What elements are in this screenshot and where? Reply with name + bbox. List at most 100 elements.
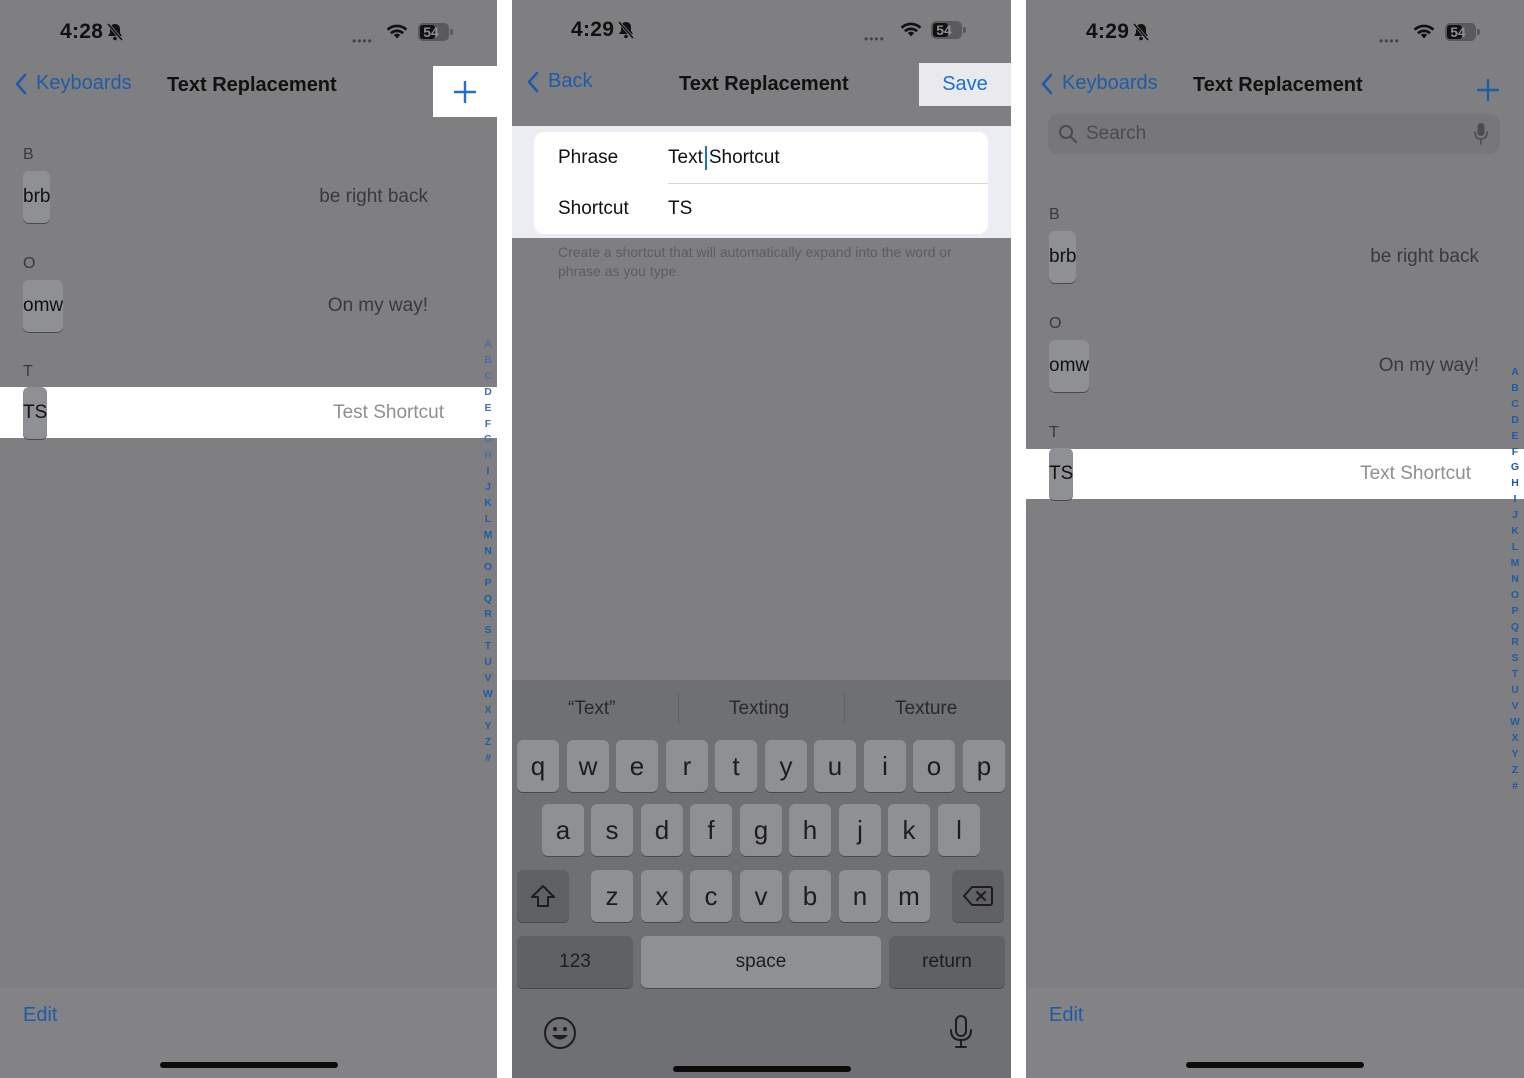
- key-u[interactable]: u: [814, 740, 856, 792]
- key-i[interactable]: i: [864, 740, 906, 792]
- index-letter[interactable]: Y: [1511, 747, 1518, 763]
- key-y[interactable]: y: [765, 740, 807, 792]
- index-letter[interactable]: V: [1511, 699, 1518, 715]
- index-letter[interactable]: R: [484, 607, 492, 623]
- key-w[interactable]: w: [567, 740, 609, 792]
- key-a[interactable]: a: [542, 804, 584, 856]
- home-indicator[interactable]: [159, 1062, 338, 1068]
- index-letter[interactable]: S: [1511, 651, 1518, 667]
- index-letter[interactable]: T: [1512, 667, 1518, 683]
- index-letter[interactable]: F: [485, 417, 491, 433]
- index-letter[interactable]: Z: [1512, 763, 1518, 779]
- microphone-icon[interactable]: [948, 1014, 974, 1050]
- return-key[interactable]: return: [889, 936, 1005, 988]
- index-letter[interactable]: W: [483, 687, 493, 703]
- index-letter[interactable]: Q: [1511, 620, 1519, 636]
- back-keyboards-button[interactable]: Keyboards: [14, 72, 132, 95]
- suggestion-3[interactable]: Texture: [895, 698, 957, 720]
- index-letter[interactable]: Y: [484, 719, 491, 735]
- index-letter[interactable]: G: [1511, 460, 1519, 476]
- key-h[interactable]: h: [789, 804, 831, 856]
- index-letter[interactable]: K: [484, 496, 492, 512]
- index-letter[interactable]: N: [484, 544, 492, 560]
- index-letter[interactable]: A: [484, 337, 492, 353]
- shortcut-field[interactable]: TS: [668, 198, 692, 220]
- index-letter[interactable]: K: [1511, 524, 1519, 540]
- key-v[interactable]: v: [740, 870, 782, 922]
- index-letter[interactable]: J: [485, 480, 491, 496]
- index-letter[interactable]: M: [484, 528, 493, 544]
- home-indicator[interactable]: [1186, 1062, 1364, 1068]
- emoji-icon[interactable]: [543, 1016, 577, 1050]
- index-letter[interactable]: S: [484, 623, 491, 639]
- key-o[interactable]: o: [913, 740, 955, 792]
- index-letter[interactable]: U: [484, 655, 492, 671]
- key-n[interactable]: n: [839, 870, 881, 922]
- key-j[interactable]: j: [839, 804, 881, 856]
- index-letter[interactable]: D: [1511, 413, 1519, 429]
- index-letter[interactable]: D: [484, 385, 492, 401]
- edit-button[interactable]: Edit: [1049, 1004, 1083, 1027]
- index-letter[interactable]: E: [1511, 429, 1518, 445]
- list-item-highlighted[interactable]: TS Text Shortcut: [1026, 448, 1524, 500]
- index-letter[interactable]: W: [1510, 715, 1520, 731]
- index-letter[interactable]: B: [1511, 381, 1519, 397]
- index-letter[interactable]: U: [1511, 683, 1519, 699]
- add-button[interactable]: [1472, 74, 1504, 106]
- index-letter[interactable]: J: [1512, 508, 1518, 524]
- microphone-icon[interactable]: [1474, 122, 1488, 146]
- key-c[interactable]: c: [690, 870, 732, 922]
- shortcut-row[interactable]: Shortcut TS: [534, 183, 988, 234]
- edit-button[interactable]: Edit: [23, 1004, 57, 1027]
- index-letter[interactable]: F: [1512, 445, 1518, 461]
- key-r[interactable]: r: [666, 740, 708, 792]
- key-b[interactable]: b: [789, 870, 831, 922]
- index-letter[interactable]: E: [484, 401, 491, 417]
- suggestion-2[interactable]: Texting: [729, 698, 789, 720]
- index-letter[interactable]: N: [1511, 572, 1519, 588]
- index-letter[interactable]: H: [484, 448, 492, 464]
- index-letter[interactable]: L: [485, 512, 491, 528]
- list-item[interactable]: omw On my way!: [1026, 340, 1506, 392]
- space-key[interactable]: space: [641, 936, 881, 988]
- delete-key[interactable]: [952, 870, 1004, 922]
- index-letter[interactable]: T: [485, 639, 491, 655]
- index-letter[interactable]: B: [484, 353, 492, 369]
- index-letter[interactable]: C: [484, 369, 492, 385]
- index-letter[interactable]: P: [1511, 604, 1518, 620]
- key-z[interactable]: z: [591, 870, 633, 922]
- index-letter[interactable]: P: [484, 576, 491, 592]
- list-item[interactable]: brb be right back: [1026, 231, 1506, 283]
- index-letter[interactable]: V: [484, 671, 491, 687]
- phrase-field[interactable]: Text Shortcut: [668, 145, 780, 170]
- key-d[interactable]: d: [641, 804, 683, 856]
- back-button[interactable]: Back: [526, 70, 592, 93]
- key-l[interactable]: l: [938, 804, 980, 856]
- back-keyboards-button[interactable]: Keyboards: [1040, 72, 1158, 95]
- key-q[interactable]: q: [517, 740, 559, 792]
- phrase-row[interactable]: Phrase Text Shortcut: [534, 132, 988, 183]
- section-index-scrubber[interactable]: A B C D E F G H I J K L M N O P Q R S T U V W X Y Z #: [481, 337, 495, 766]
- key-g[interactable]: g: [740, 804, 782, 856]
- key-x[interactable]: x: [641, 870, 683, 922]
- numbers-key[interactable]: 123: [517, 936, 633, 988]
- key-m[interactable]: m: [888, 870, 930, 922]
- index-letter[interactable]: C: [1511, 397, 1519, 413]
- index-letter[interactable]: X: [1511, 731, 1518, 747]
- index-letter[interactable]: G: [484, 432, 492, 448]
- index-letter[interactable]: O: [1511, 588, 1519, 604]
- index-letter[interactable]: Q: [484, 592, 492, 608]
- list-item[interactable]: brb be right back: [0, 171, 480, 223]
- list-item[interactable]: omw On my way!: [0, 280, 480, 332]
- home-indicator[interactable]: [672, 1066, 851, 1072]
- index-letter[interactable]: H: [1511, 476, 1519, 492]
- index-letter[interactable]: R: [1511, 635, 1519, 651]
- section-index-scrubber[interactable]: A B C D E F G H I J K L M N O P Q R S T U V W X Y Z #: [1508, 365, 1522, 794]
- index-letter[interactable]: X: [484, 703, 491, 719]
- index-letter[interactable]: Z: [485, 735, 491, 751]
- index-letter[interactable]: #: [485, 751, 491, 767]
- save-button[interactable]: Save: [919, 63, 1011, 106]
- shift-key[interactable]: [517, 870, 569, 922]
- index-letter[interactable]: M: [1511, 556, 1520, 572]
- key-f[interactable]: f: [690, 804, 732, 856]
